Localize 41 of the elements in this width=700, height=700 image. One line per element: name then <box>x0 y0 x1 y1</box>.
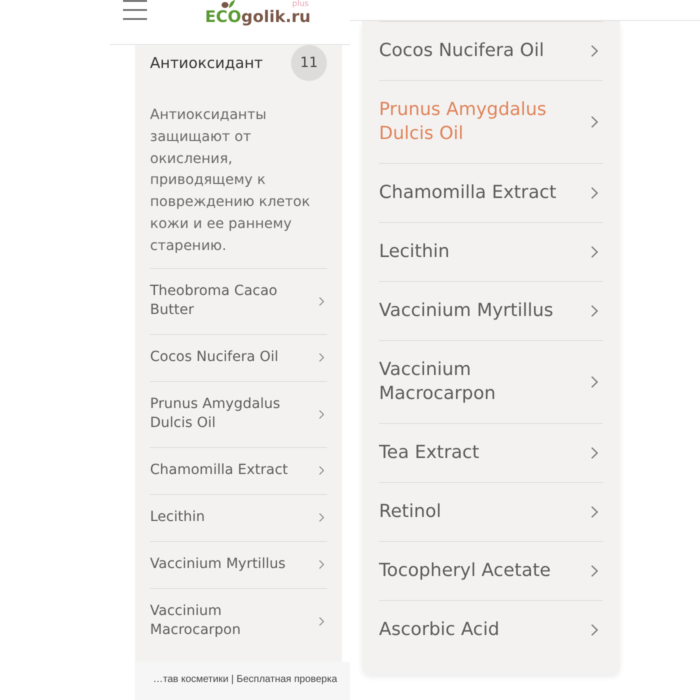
chevron-right-icon <box>319 296 324 306</box>
category-title: Антиоксидант <box>150 54 263 72</box>
ingredient-item[interactable]: Vaccinium Myrtillus <box>379 281 603 340</box>
chevron-right-icon <box>591 565 598 577</box>
ingredient-item[interactable]: Tocopheryl Acetate <box>379 541 603 600</box>
menu-icon[interactable] <box>123 0 147 20</box>
chevron-right-icon <box>319 560 324 570</box>
logo-tag: plus <box>292 0 309 8</box>
chevron-right-icon <box>591 45 598 57</box>
chevron-right-icon <box>319 466 324 476</box>
chevron-right-icon <box>591 187 598 199</box>
chevron-right-icon <box>319 616 324 626</box>
ingredient-item[interactable]: Vaccinium Macrocarpon <box>150 588 327 654</box>
ingredient-item[interactable]: Chamomilla Extract <box>150 446 327 494</box>
chevron-right-icon <box>591 116 598 128</box>
chevron-right-icon <box>591 246 598 258</box>
chevron-right-icon <box>591 447 598 459</box>
ingredient-item[interactable]: Cocos Nucifera Oil <box>379 21 603 80</box>
chevron-right-icon <box>591 624 598 636</box>
category-description: Антиоксиданты защищают от окисления, приводящему к повреждению клеток кожи и ее раннему старению. <box>150 106 312 256</box>
ingredient-item[interactable]: Chamomilla Extract <box>379 163 603 222</box>
ingredient-item[interactable]: Theobroma Cacao Butter <box>150 268 327 334</box>
ingredient-item[interactable]: Lecithin <box>150 494 327 541</box>
chevron-right-icon <box>591 376 598 388</box>
bottom-bar-text: …тав косметики | Бесплатная проверка <box>153 674 338 686</box>
sprout-icon <box>221 0 235 8</box>
ingredient-item[interactable]: Tea Extract <box>379 423 603 482</box>
chevron-right-icon <box>591 305 598 317</box>
ingredient-item[interactable]: Cocos Nucifera Oil <box>150 334 327 381</box>
ingredient-item[interactable]: Prunus Amygdalus Dulcis Oil <box>150 380 327 447</box>
count-badge: 11 <box>291 45 327 81</box>
ingredient-item[interactable]: Lecithin <box>379 222 603 281</box>
chevron-right-icon <box>591 506 598 518</box>
ingredient-item[interactable]: Retinol <box>379 482 603 541</box>
chevron-right-icon <box>319 353 324 362</box>
chevron-right-icon <box>319 410 324 419</box>
ingredient-item[interactable]: Vaccinium Myrtillus <box>150 540 327 588</box>
ingredient-item[interactable]: Ascorbic Acid <box>379 600 603 659</box>
site-logo[interactable]: ECOgolik.ru <box>205 8 311 26</box>
chevron-right-icon <box>319 513 324 522</box>
ingredient-item[interactable]: Vaccinium Macrocarpon <box>379 340 603 423</box>
